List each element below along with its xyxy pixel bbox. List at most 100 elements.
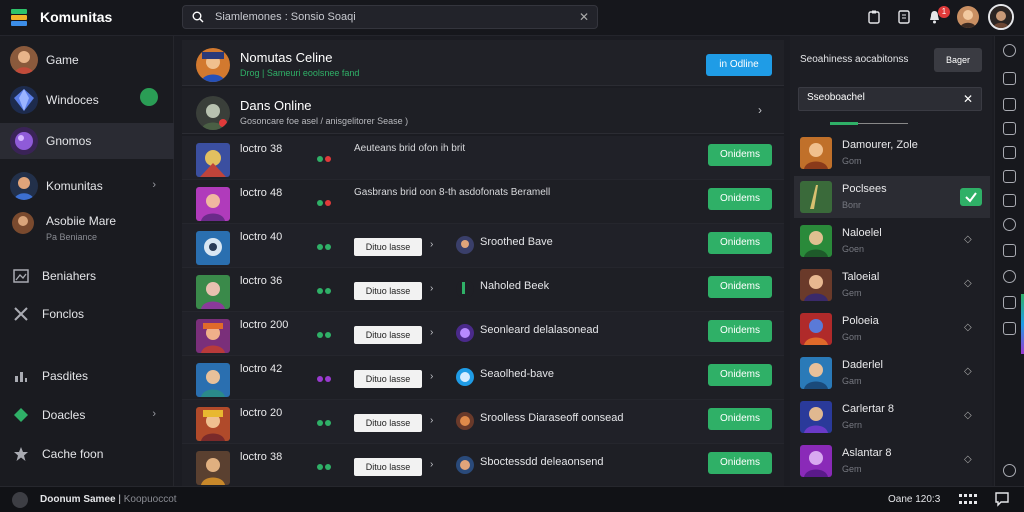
row-action-button[interactable]: Onidems (708, 144, 772, 166)
row-tag[interactable]: Dituo lasse (354, 414, 422, 432)
chevron-right-icon: › (152, 408, 156, 420)
sidebar-item-beniahers[interactable]: Beniahers (0, 258, 174, 294)
window-icon[interactable] (1003, 122, 1016, 135)
gem-icon (10, 86, 38, 114)
image-icon[interactable] (1003, 296, 1016, 309)
picture-icon (13, 268, 29, 284)
row-name: loctro 36 (240, 275, 283, 287)
row-tag[interactable]: Dituo lasse (354, 370, 422, 388)
list-icon[interactable] (1003, 170, 1016, 183)
sidebar-item-label: Asobiie Mare (46, 214, 117, 228)
sidebar-item-asobiie-mare[interactable]: Asobiie Mare Pa Beniance (0, 208, 174, 244)
row-tag[interactable]: Dituo lasse (354, 238, 422, 256)
table-row[interactable]: loctro 36 Dituo lasse › Naholed Beek Oni… (182, 268, 784, 312)
table-row[interactable]: loctro 200 Dituo lasse › Seonleard delal… (182, 312, 784, 356)
row-action-button[interactable]: Onidems (708, 232, 772, 254)
info-icon[interactable] (1003, 270, 1016, 283)
group-name: Dans Online (240, 98, 312, 113)
puzzle-icon (13, 407, 29, 423)
game-name: Sroolless Diaraseoff oonsead (480, 412, 624, 424)
main-content: Nomutas Celine Drog | Sameuri eoolsnee f… (178, 36, 788, 488)
close-icon[interactable]: ✕ (963, 92, 973, 106)
diamond-icon[interactable]: ◇ (964, 278, 972, 289)
table-row[interactable]: loctro 40 Dituo lasse › Sroothed Bave On… (182, 224, 784, 268)
chevron-right-icon: › (430, 371, 434, 382)
grid-icon[interactable] (1003, 244, 1016, 257)
group-card[interactable]: Dans Online Gosoncare foe asel / anisgel… (182, 88, 784, 134)
list-item[interactable]: Carlertar 8 Gern ◇ (794, 396, 990, 438)
panel-button[interactable]: Bager (934, 48, 982, 72)
search-box[interactable]: ✕ (182, 5, 598, 29)
panel-search[interactable]: ✕ (798, 87, 982, 111)
panel-search-input[interactable] (807, 92, 957, 103)
list-item[interactable]: Daderlel Gam ◇ (794, 352, 990, 394)
calendar-icon[interactable] (1003, 194, 1016, 207)
sidebar-item-windoces[interactable]: Windoces (0, 82, 174, 118)
list-item[interactable]: Poclsees Bonr (794, 176, 990, 218)
sidebar-item-fonclos[interactable]: Fonclos (0, 296, 174, 332)
chevron-right-icon: › (430, 327, 434, 338)
diamond-icon[interactable]: ◇ (964, 234, 972, 245)
sidebar-item-pasdites[interactable]: Pasdites (0, 358, 174, 394)
sidebar-item-cache-foon[interactable]: Cache foon (0, 436, 174, 472)
box-icon[interactable] (1003, 98, 1016, 111)
sidebar-item-gnomos[interactable]: Gnomos (0, 123, 174, 159)
list-icon[interactable] (896, 9, 912, 25)
sidebar-item-komunitas[interactable]: Komunitas › (0, 168, 174, 204)
user-avatar[interactable] (957, 6, 979, 28)
diamond-icon[interactable]: ◇ (964, 366, 972, 377)
row-tag[interactable]: Dituo lasse (354, 282, 422, 300)
row-name: loctro 20 (240, 407, 283, 419)
row-action-button[interactable]: Onidems (708, 320, 772, 342)
diamond-icon[interactable]: ◇ (964, 454, 972, 465)
search-input[interactable] (215, 9, 555, 25)
sidebar-item-doacles[interactable]: Doacles › (0, 397, 174, 433)
table-row[interactable]: loctro 48 Gasbrans brid oon 8-th asdofon… (182, 180, 784, 224)
row-tag[interactable]: Dituo lasse (354, 458, 422, 476)
chat-icon[interactable] (1003, 44, 1016, 57)
table-row[interactable]: loctro 38 Aeuteans brid ofon ih brit Oni… (182, 136, 784, 180)
row-action-button[interactable]: Onidems (708, 188, 772, 210)
table-row[interactable]: loctro 20 Dituo lasse › Sroolless Diaras… (182, 400, 784, 444)
chat-bubble-icon[interactable] (994, 491, 1010, 507)
game-thumbnail (800, 445, 832, 477)
list-item[interactable]: Damourer, Zole Gom (794, 132, 990, 174)
game-thumbnail (196, 319, 230, 353)
friend-card[interactable]: Nomutas Celine Drog | Sameuri eoolsnee f… (182, 40, 784, 86)
row-action-button[interactable]: Onidems (708, 452, 772, 474)
clock-icon[interactable] (1003, 218, 1016, 231)
doc-icon[interactable] (1003, 146, 1016, 159)
table-row[interactable]: loctro 38 Dituo lasse › Sboctessdd delea… (182, 444, 784, 488)
row-action-button[interactable]: Onidems (708, 276, 772, 298)
game-thumbnail (800, 401, 832, 433)
table-row[interactable]: loctro 42 Dituo lasse › Seaolhed-bave On… (182, 356, 784, 400)
row-tag[interactable]: Dituo lasse (354, 326, 422, 344)
note-icon[interactable] (1003, 72, 1016, 85)
help-icon[interactable] (1003, 464, 1016, 477)
list-item[interactable]: Aslantar 8 Gem ◇ (794, 440, 990, 482)
sphere-icon (10, 127, 38, 155)
list-item[interactable]: Taloeial Gem ◇ (794, 264, 990, 306)
diamond-icon[interactable]: ◇ (964, 410, 972, 421)
game-thumbnail (800, 181, 832, 213)
clear-search-icon[interactable]: ✕ (579, 10, 589, 24)
sidebar-item-label: Windoces (46, 93, 99, 107)
status-avatar[interactable] (12, 492, 28, 508)
item-subtitle: Gom (842, 156, 862, 166)
accept-button[interactable] (960, 188, 982, 206)
clipboard-icon[interactable] (866, 9, 882, 25)
game-icon (456, 236, 474, 254)
game-thumbnail (196, 407, 230, 441)
grid-icon[interactable] (958, 492, 982, 508)
diamond-icon[interactable]: ◇ (964, 322, 972, 333)
row-action-button[interactable]: Onidems (708, 364, 772, 386)
online-button[interactable]: in Odline (706, 54, 772, 76)
list-item[interactable]: Poloeia Gom ◇ (794, 308, 990, 350)
game-thumbnail (800, 225, 832, 257)
chevron-right-icon[interactable]: › (758, 103, 762, 117)
list-item[interactable]: Naloelel Goen ◇ (794, 220, 990, 262)
profile-avatar[interactable] (988, 4, 1014, 30)
layers-icon[interactable] (1003, 322, 1016, 335)
row-action-button[interactable]: Onidems (708, 408, 772, 430)
sidebar-item-game[interactable]: Game (0, 42, 174, 78)
